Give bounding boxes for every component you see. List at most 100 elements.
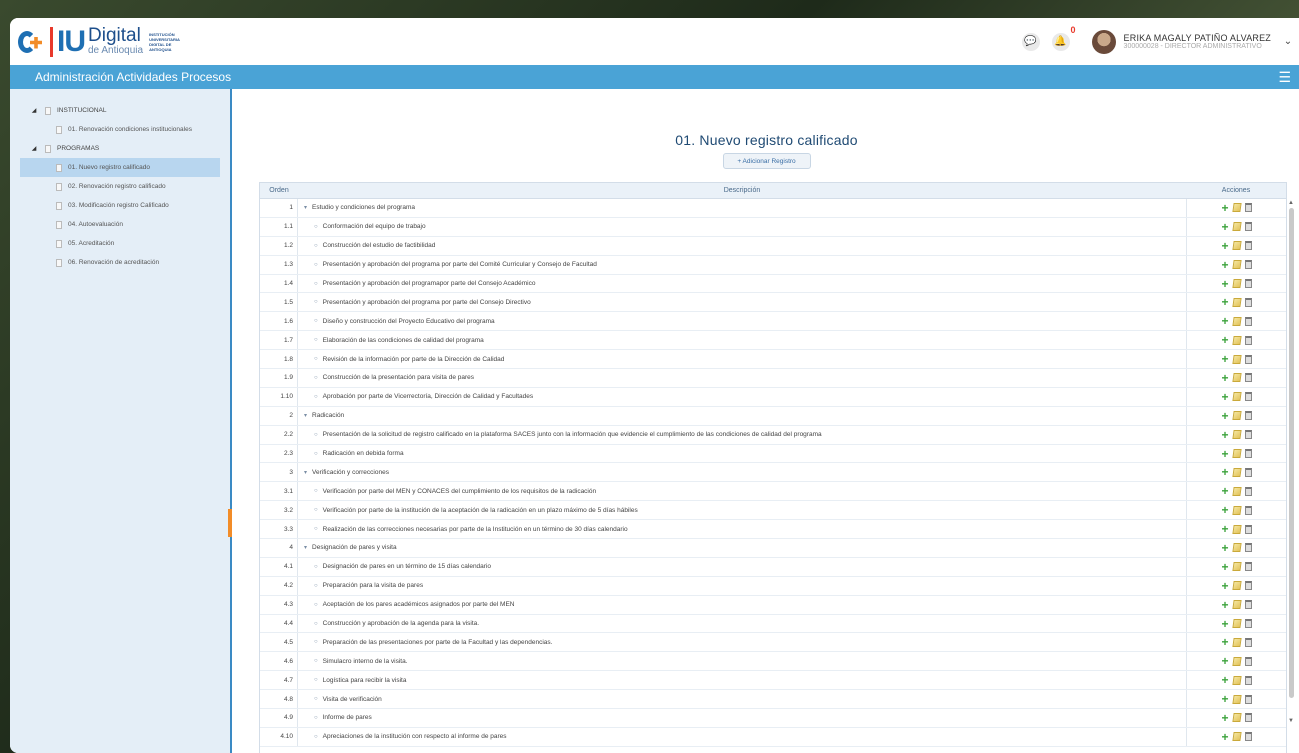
edit-icon[interactable]	[1231, 241, 1242, 251]
add-icon[interactable]: +	[1221, 599, 1228, 611]
edit-icon[interactable]	[1231, 354, 1242, 364]
add-icon[interactable]: +	[1221, 429, 1228, 441]
add-icon[interactable]: +	[1221, 391, 1228, 403]
table-row[interactable]: 1.2 ○ Construcción del estudio de factibil…	[260, 236, 1286, 256]
logo[interactable]: IU Digital de Antioquia INSTITUCIÓN UNIV…	[18, 26, 189, 57]
table-row[interactable]: 1.9 ○ Construcción de la presentación para…	[260, 369, 1286, 388]
add-icon[interactable]: +	[1221, 259, 1228, 271]
edit-icon[interactable]	[1231, 656, 1242, 666]
table-row[interactable]: 3.2 ○ Verificación por parte de la institu…	[260, 501, 1286, 521]
scroll-thumb[interactable]	[1288, 208, 1294, 698]
add-icon[interactable]: +	[1221, 448, 1228, 460]
add-icon[interactable]: +	[1221, 315, 1228, 327]
sidebar-resize-handle[interactable]	[228, 509, 232, 537]
scroll-up-icon[interactable]: ▲	[1287, 200, 1295, 206]
table-row[interactable]: 2.2 ○ Presentación de la solicitud de regi…	[260, 425, 1286, 445]
trash-icon[interactable]	[1244, 562, 1252, 572]
table-row[interactable]: 4.6 ○ Simulacro interno de la visita. +	[260, 652, 1286, 672]
tree-group-programas[interactable]: ◢ PROGRAMAS	[10, 139, 230, 158]
table-row[interactable]: 4.1 ○ Designación de pares en un término d…	[260, 557, 1286, 577]
add-icon[interactable]: +	[1221, 712, 1228, 724]
hamburger-menu-icon[interactable]: ☰	[1278, 69, 1291, 86]
table-row[interactable]: 4.8 ○ Visita de verificación +	[260, 690, 1286, 710]
add-icon[interactable]: +	[1221, 334, 1228, 346]
column-header-descripcion[interactable]: Descripción	[298, 187, 1186, 194]
trash-icon[interactable]	[1244, 675, 1252, 685]
trash-icon[interactable]	[1244, 354, 1252, 364]
add-icon[interactable]: +	[1221, 240, 1228, 252]
add-icon[interactable]: +	[1221, 372, 1228, 384]
table-row[interactable]: 3.1 ○ Verificación por parte del MEN y CON…	[260, 482, 1286, 502]
add-icon[interactable]: +	[1221, 618, 1228, 630]
edit-icon[interactable]	[1231, 203, 1242, 213]
trash-icon[interactable]	[1244, 600, 1252, 610]
trash-icon[interactable]	[1244, 279, 1252, 288]
tree-item-nuevo-registro[interactable]: 01. Nuevo registro calificado	[20, 158, 220, 177]
table-row[interactable]: 4 ▾ Designación de pares y visita +	[260, 539, 1286, 558]
table-row[interactable]: 4.2 ○ Preparación para la visita de pares +	[260, 576, 1286, 596]
trash-icon[interactable]	[1244, 694, 1252, 704]
tree-item-acreditacion[interactable]: 05. Acreditación	[10, 234, 230, 253]
table-scrollbar[interactable]: ▲ ▼	[1287, 200, 1295, 740]
edit-icon[interactable]	[1231, 637, 1242, 647]
table-row[interactable]: 4.9 ○ Informe de pares +	[260, 709, 1286, 728]
add-icon[interactable]: +	[1221, 296, 1228, 308]
edit-icon[interactable]	[1231, 467, 1242, 477]
user-info[interactable]: ERIKA MAGALY PATIÑO ALVAREZ 300000028 - …	[1124, 33, 1271, 50]
edit-icon[interactable]	[1231, 297, 1242, 307]
add-icon[interactable]: +	[1221, 221, 1228, 233]
edit-icon[interactable]	[1231, 260, 1242, 270]
avatar[interactable]	[1091, 29, 1116, 54]
trash-icon[interactable]	[1244, 637, 1252, 647]
expand-arrow-icon[interactable]: ◢	[28, 107, 40, 114]
edit-icon[interactable]	[1231, 430, 1242, 440]
edit-icon[interactable]	[1231, 600, 1242, 610]
edit-icon[interactable]	[1231, 222, 1242, 232]
edit-icon[interactable]	[1231, 373, 1242, 383]
column-header-orden[interactable]: Orden	[260, 187, 298, 194]
table-row[interactable]: 4.4 ○ Construcción y aprobación de la agen…	[260, 614, 1286, 634]
edit-icon[interactable]	[1231, 279, 1242, 288]
table-row[interactable]: 1.7 ○ Elaboración de las condiciones de ca…	[260, 331, 1286, 351]
add-icon[interactable]: +	[1221, 353, 1228, 365]
table-row[interactable]: 1.1 ○ Conformación del equipo de trabajo +	[260, 217, 1286, 237]
collapse-arrow-icon[interactable]: ▾	[304, 469, 307, 476]
trash-icon[interactable]	[1244, 505, 1252, 515]
add-icon[interactable]: +	[1221, 580, 1228, 592]
edit-icon[interactable]	[1231, 619, 1242, 629]
chevron-down-icon[interactable]: ⌄	[1277, 36, 1299, 47]
add-icon[interactable]: +	[1221, 504, 1228, 516]
tree-group-institucional[interactable]: ◢ INSTITUCIONAL	[10, 101, 230, 120]
table-row[interactable]: 2 ▾ Radicación +	[260, 406, 1286, 426]
add-icon[interactable]: +	[1221, 655, 1228, 667]
add-icon[interactable]: +	[1221, 278, 1228, 290]
trash-icon[interactable]	[1244, 467, 1252, 477]
collapse-arrow-icon[interactable]: ▾	[304, 544, 307, 551]
trash-icon[interactable]	[1244, 524, 1252, 534]
edit-icon[interactable]	[1231, 694, 1242, 704]
add-icon[interactable]: +	[1221, 731, 1228, 743]
add-icon[interactable]: +	[1221, 202, 1228, 214]
edit-icon[interactable]	[1231, 335, 1242, 345]
edit-icon[interactable]	[1231, 505, 1242, 515]
trash-icon[interactable]	[1244, 241, 1252, 251]
table-row[interactable]: 4.7 ○ Logística para recibir la visita +	[260, 671, 1286, 691]
trash-icon[interactable]	[1244, 222, 1252, 232]
trash-icon[interactable]	[1244, 392, 1252, 402]
table-row[interactable]: 3.3 ○ Realización de las correcciones nece…	[260, 520, 1286, 540]
scroll-down-icon[interactable]: ▼	[1287, 718, 1295, 724]
add-icon[interactable]: +	[1221, 485, 1228, 497]
trash-icon[interactable]	[1244, 373, 1252, 383]
table-row[interactable]: 1.5 ○ Presentación y aprobación del progra…	[260, 293, 1286, 313]
table-row[interactable]: 1.3 ○ Presentación y aprobación del progra…	[260, 255, 1286, 275]
table-row[interactable]: 1.10 ○ Aprobación por parte de Vicerrector…	[260, 387, 1286, 407]
bell-icon[interactable]: 🔔 0	[1051, 25, 1076, 51]
tree-item-autoevaluacion[interactable]: 04. Autoevaluación	[10, 215, 230, 234]
chat-icon[interactable]: 💬	[1021, 32, 1040, 51]
tree-item-renovacion-acreditacion[interactable]: 06. Renovación de acreditación	[10, 253, 230, 272]
trash-icon[interactable]	[1244, 486, 1252, 496]
trash-icon[interactable]	[1244, 203, 1252, 213]
table-row[interactable]: 4.5 ○ Preparación de las presentaciones po…	[260, 633, 1286, 653]
table-row[interactable]: 4.10 ○ Apreciaciones de la institución con…	[260, 727, 1286, 747]
table-row[interactable]: 2.3 ○ Radicación en debida forma +	[260, 444, 1286, 464]
